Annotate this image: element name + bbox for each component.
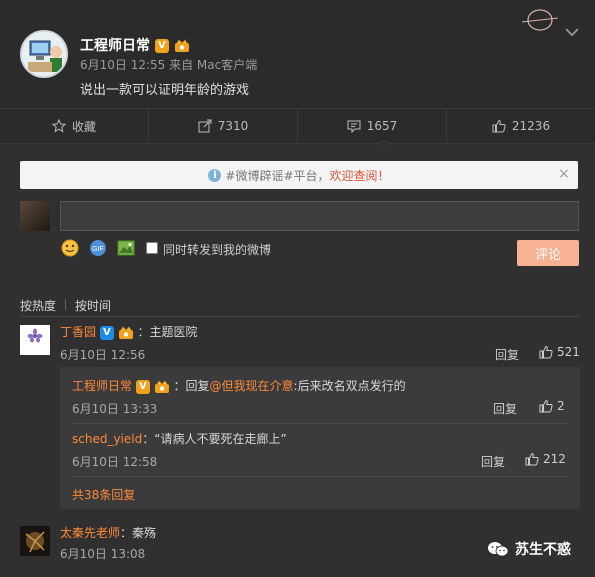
like-icon	[539, 399, 553, 413]
avatar-image	[20, 526, 50, 556]
reply-prefix: ：回复	[173, 379, 210, 393]
reply-time: 6月10日 13:33	[72, 402, 158, 416]
image-icon[interactable]	[116, 238, 136, 258]
verified-badge-icon: V	[154, 39, 169, 53]
my-avatar	[20, 201, 50, 231]
emoji-icon[interactable]	[60, 238, 80, 258]
action-bar: 收藏 7310 1657 21236	[0, 108, 595, 144]
verified-badge-icon: V	[99, 325, 114, 340]
reply-like-button[interactable]: 2	[539, 399, 565, 413]
watermark: 苏生不惑	[487, 539, 571, 559]
divider	[20, 316, 580, 317]
notice-link[interactable]: 欢迎查阅！	[330, 167, 390, 184]
favorite-label: 收藏	[71, 119, 96, 134]
reply-text: :后来改名双点发行的	[293, 379, 406, 393]
comment-user[interactable]: 太秦先老师	[60, 526, 120, 540]
reply-like-count: 2	[557, 399, 565, 413]
reply-user[interactable]: 工程师日常	[72, 379, 132, 393]
comment-count: 1657	[366, 119, 398, 133]
star-icon	[51, 119, 66, 133]
comment-time: 6月10日 13:08	[60, 547, 146, 561]
sort-by-time[interactable]: 按时间	[75, 297, 111, 314]
watermark-text: 苏生不惑	[515, 542, 571, 558]
comment-input[interactable]	[60, 201, 579, 231]
stamp-icon	[521, 9, 559, 31]
reply-text: ：“请病人不要死在走廊上”	[142, 432, 287, 446]
share-icon	[198, 119, 212, 133]
post-meta: 6月10日 12:55 来自 Mac客户端	[80, 58, 258, 72]
sort-divider	[65, 299, 66, 310]
reply-button[interactable]: 回复	[481, 453, 505, 470]
vip-crown-icon	[154, 379, 169, 393]
comment-button[interactable]: 1657	[298, 109, 447, 143]
notice-close-icon[interactable]: ×	[558, 166, 570, 182]
like-count: 21236	[511, 119, 551, 133]
svg-text:GIF: GIF	[92, 246, 104, 253]
comment-line: 丁香园 V ：主题医院	[60, 323, 198, 340]
like-icon	[525, 452, 539, 466]
comment-icon	[347, 120, 361, 133]
reply-like-count: 212	[543, 452, 566, 466]
comment-like-button[interactable]: 521	[539, 345, 580, 359]
more-replies-link[interactable]: 共38条回复	[72, 486, 135, 503]
dxy-logo-icon	[20, 325, 50, 355]
rumor-notice: i #微博辟谣#平台， 欢迎查阅！	[20, 161, 578, 189]
reply-divider	[72, 423, 568, 424]
info-icon: i	[208, 168, 222, 182]
author-avatar-image	[22, 32, 66, 76]
like-button[interactable]: 21236	[447, 109, 595, 143]
submit-comment-button[interactable]: 评论	[517, 240, 579, 266]
like-icon	[539, 345, 553, 359]
vip-crown-icon	[174, 39, 189, 52]
notice-text: #微博辟谣#平台，	[225, 168, 330, 183]
reply-line: sched_yield：“请病人不要死在走廊上”	[72, 430, 287, 447]
comment-avatar[interactable]	[20, 325, 50, 355]
reply-mention[interactable]: @但我现在介意	[210, 379, 294, 393]
repost-button[interactable]: 7310	[149, 109, 298, 143]
comment-like-count: 521	[557, 345, 580, 359]
comment-avatar[interactable]	[20, 526, 50, 556]
comment-text: ：主题医院	[137, 325, 198, 339]
reply-time: 6月10日 12:58	[72, 455, 158, 469]
like-icon	[492, 119, 506, 133]
post-text: 说出一款可以证明年龄的游戏	[80, 83, 250, 98]
reply-user[interactable]: sched_yield	[72, 432, 142, 446]
favorite-button[interactable]: 收藏	[0, 109, 149, 143]
comment-time: 6月10日 12:56	[60, 348, 146, 362]
comment-text: ：秦殇	[120, 526, 157, 540]
reply-divider	[72, 476, 568, 477]
sort-by-hot[interactable]: 按热度	[20, 297, 56, 314]
repost-count: 7310	[217, 119, 249, 133]
post-author-line: 工程师日常 V	[80, 35, 190, 55]
forward-checkbox[interactable]	[146, 242, 158, 254]
wechat-icon	[488, 542, 509, 557]
verified-badge-icon: V	[135, 379, 150, 394]
comment-line: 太秦先老师：秦殇	[60, 524, 156, 541]
vip-crown-icon	[118, 325, 133, 339]
panel-caret-icon	[378, 139, 390, 146]
gif-icon[interactable]: GIF	[88, 238, 108, 258]
reply-like-button[interactable]: 212	[525, 452, 566, 466]
reply-button[interactable]: 回复	[495, 346, 519, 363]
post-author-name[interactable]: 工程师日常	[80, 38, 150, 54]
chevron-down-icon[interactable]	[564, 26, 580, 38]
author-avatar[interactable]	[20, 30, 68, 78]
reply-button[interactable]: 回复	[493, 400, 517, 417]
comment-user[interactable]: 丁香园	[60, 325, 96, 339]
reply-line: 工程师日常 V ：回复@但我现在介意:后来改名双点发行的	[72, 377, 406, 394]
forward-label: 同时转发到我的微博	[163, 243, 272, 257]
